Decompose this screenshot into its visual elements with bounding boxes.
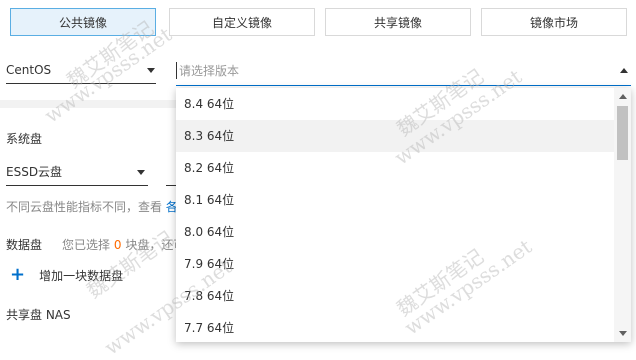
tab-custom-image[interactable]: 自定义镜像 [169,8,315,36]
system-disk-type-value: ESSD云盘 [6,165,63,179]
os-select-value: CentOS [6,62,52,77]
version-option[interactable]: 8.3 64位 [176,120,614,152]
tab-label: 镜像市场 [529,15,578,30]
tab-label: 自定义镜像 [211,15,272,30]
chevron-down-icon [147,68,155,73]
version-option[interactable]: 8.1 64位 [176,184,614,216]
tab-label: 公共镜像 [58,15,107,30]
data-disk-label: 数据盘 [6,238,43,252]
add-data-disk-button[interactable]: + 增加一块数据盘 [10,266,123,284]
tab-label: 共享镜像 [373,15,422,30]
system-disk-label: 系统盘 [6,132,43,146]
add-data-disk-label: 增加一块数据盘 [39,268,124,283]
system-disk-hint-text: 不同云盘性能指标不同，查看 [6,200,163,214]
scroll-up-icon[interactable] [619,94,627,99]
data-disk-hint: 您已选择 0 块盘，还可 [62,236,185,253]
tab-image-market[interactable]: 镜像市场 [481,8,627,36]
tab-shared-image[interactable]: 共享镜像 [325,8,471,36]
chevron-down-icon [137,170,145,175]
plus-icon: + [10,264,26,285]
version-options-list: 8.4 64位 8.3 64位 8.2 64位 8.1 64位 8.0 64位 7.9 6… [176,88,631,342]
version-option[interactable]: 7.8 64位 [176,280,614,312]
version-option[interactable]: 7.9 64位 [176,248,614,280]
section-divider [0,100,176,108]
data-disk-count: 0 [113,238,122,252]
chevron-up-icon [620,68,628,73]
data-disk-hint-prefix: 您已选择 [62,238,111,252]
dropdown-scrollbar[interactable] [614,88,631,342]
watermark-cn: 魏艾斯笔记 [82,225,178,303]
version-select-placeholder: 请选择版本 [176,62,239,79]
version-option[interactable]: 8.0 64位 [176,216,614,248]
version-select[interactable]: 请选择版本 [176,56,631,86]
os-select[interactable]: CentOS [6,56,156,84]
version-option[interactable]: 8.4 64位 [176,88,614,120]
system-disk-hint: 不同云盘性能指标不同，查看 各 [6,198,178,215]
scrollbar-thumb[interactable] [617,106,628,160]
version-option[interactable]: 8.2 64位 [176,152,614,184]
system-disk-type-select[interactable]: ESSD云盘 [6,158,148,186]
tab-public-image[interactable]: 公共镜像 [10,8,156,36]
version-option[interactable]: 7.7 64位 [176,312,614,342]
shared-disk-label: 共享盘 NAS [6,308,71,322]
scroll-down-icon[interactable] [619,331,627,336]
version-dropdown[interactable]: 8.4 64位 8.3 64位 8.2 64位 8.1 64位 8.0 64位 7.9 6… [176,88,631,342]
